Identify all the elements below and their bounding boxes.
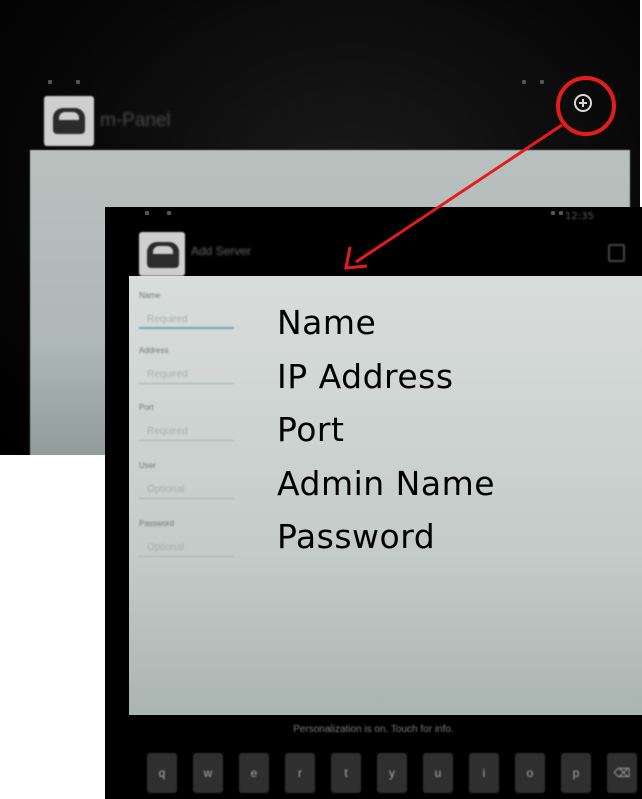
address-input[interactable]: Required [139, 358, 234, 384]
backspace-key[interactable]: ⌫ [607, 753, 637, 793]
app-title: m-Panel [100, 110, 171, 131]
key-u[interactable]: u [423, 753, 453, 793]
key-w[interactable]: w [193, 753, 223, 793]
notification-icon [167, 211, 171, 215]
wifi-icon [551, 211, 555, 215]
app-logo-icon [44, 96, 94, 146]
battery-icon [540, 80, 544, 84]
plus-circle-icon[interactable] [574, 94, 592, 112]
add-server-form: Name Required Address Required Port Requ… [129, 276, 642, 715]
key-p[interactable]: p [561, 753, 591, 793]
app-logo-icon [139, 232, 185, 276]
key-t[interactable]: t [331, 753, 361, 793]
name-input[interactable]: Required [139, 303, 234, 329]
key-r[interactable]: r [285, 753, 315, 793]
name-label: Name [139, 291, 161, 300]
annotation-name: Name [277, 303, 377, 342]
screen-title: Add Server [191, 244, 252, 258]
port-input[interactable]: Required [139, 415, 234, 441]
on-screen-keyboard: q w e r t y u i o p ⌫ [137, 747, 642, 799]
key-q[interactable]: q [147, 753, 177, 793]
address-label: Address [139, 346, 169, 355]
password-label: Password [139, 519, 175, 528]
user-input[interactable]: Optional [139, 473, 234, 499]
save-icon[interactable] [608, 244, 625, 262]
port-label: Port [139, 403, 154, 412]
key-i[interactable]: i [469, 753, 499, 793]
keyboard-status-text: Personalization is on. Touch for info. [293, 724, 454, 735]
annotation-admin-name: Admin Name [277, 464, 496, 503]
status-bar: 12:35 [105, 207, 642, 227]
annotation-port: Port [277, 410, 345, 449]
key-y[interactable]: y [377, 753, 407, 793]
key-e[interactable]: e [239, 753, 269, 793]
notification-icon [48, 80, 52, 84]
status-clock: 12:35 [565, 211, 594, 222]
wifi-icon [522, 80, 526, 84]
key-o[interactable]: o [515, 753, 545, 793]
battery-icon [559, 211, 563, 215]
user-label: User [139, 461, 156, 470]
password-input[interactable]: Optional [139, 531, 234, 557]
add-server-screen-photo: 12:35 Add Server Name Required Address R… [105, 207, 642, 799]
notification-icon [145, 211, 149, 215]
annotation-password: Password [277, 517, 436, 556]
notification-icon [76, 80, 80, 84]
status-bar [40, 76, 630, 88]
annotation-ip-address: IP Address [277, 357, 454, 396]
